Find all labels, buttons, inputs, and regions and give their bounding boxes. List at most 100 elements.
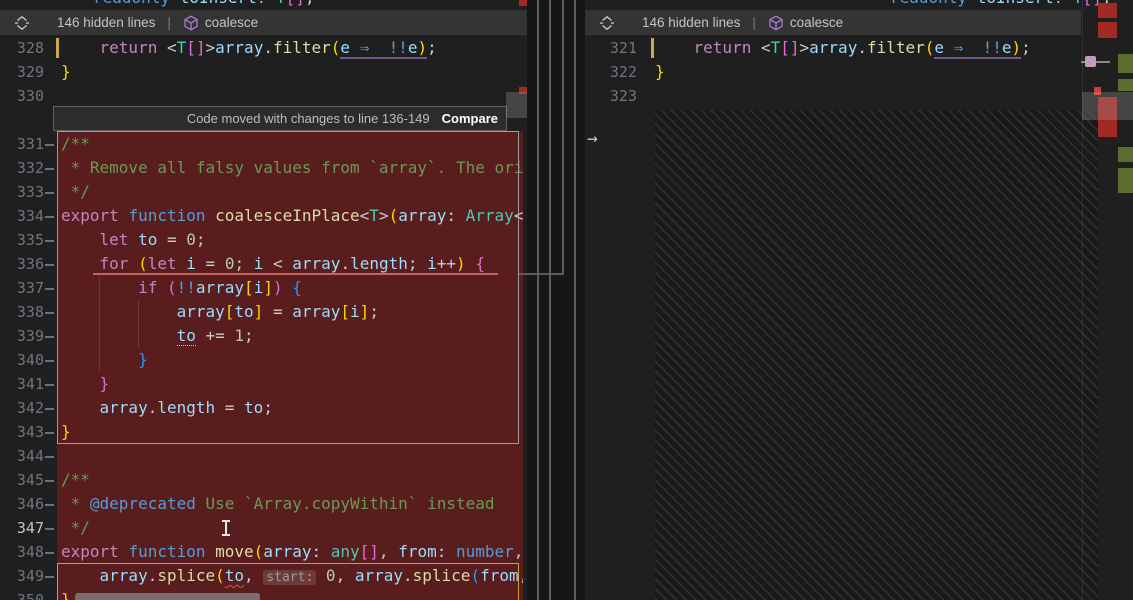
code-line-333: 333– */: [0, 180, 527, 204]
vscode-diff-editor: readonly toInsert? T[]; 146 hidden lines…: [0, 0, 1133, 600]
code-text[interactable]: }: [61, 420, 523, 444]
deleted-line-background: [57, 444, 523, 468]
scrollbar-track-edge: [1082, 0, 1083, 600]
deleted-line-marker: –: [45, 444, 54, 468]
line-number: 342: [0, 396, 44, 420]
line-number: 336: [0, 252, 44, 276]
compare-link[interactable]: Compare: [442, 111, 498, 126]
symbol-breadcrumb-label[interactable]: coalesce: [205, 15, 258, 30]
moved-line-underline: [93, 273, 498, 275]
deleted-lines-placeholder: [655, 110, 1098, 600]
line-number: 323: [585, 84, 637, 108]
deleted-line-marker: –: [45, 156, 54, 180]
deleted-line-marker: –: [45, 180, 54, 204]
partial-top-line-right: readonly toInsert? T[];: [585, 0, 1133, 10]
moved-code-connector: [549, 0, 551, 600]
code-line-343: 343–}: [0, 420, 527, 444]
code-text[interactable]: export function move(array: any[], from:…: [61, 540, 523, 564]
code-fragment: readonly toInsert? T[];: [93, 0, 315, 10]
line-number: 331: [0, 132, 44, 156]
deleted-line-marker: –: [45, 420, 54, 444]
line-number: 340: [0, 348, 44, 372]
deleted-line-marker: –: [45, 468, 54, 492]
deleted-line-marker: –: [45, 204, 54, 228]
overview-added-mark: [1118, 79, 1133, 91]
deleted-line-marker: –: [45, 228, 54, 252]
deleted-line-marker: –: [45, 372, 54, 396]
hidden-lines-label: 146 hidden lines: [57, 15, 155, 30]
deleted-line-marker: –: [45, 588, 54, 600]
code-line-340: 340– }: [0, 348, 527, 372]
moved-code-hint-text: Code moved with changes to line 136-149: [187, 111, 430, 126]
line-number: 329: [0, 60, 44, 84]
code-text[interactable]: }: [61, 348, 523, 372]
moved-code-arrow-icon[interactable]: →: [587, 130, 598, 148]
deleted-line-marker: –: [45, 492, 54, 516]
code-line-342: 342– array.length = to;: [0, 396, 527, 420]
line-number: 321: [585, 36, 637, 60]
code-text[interactable]: }: [61, 60, 523, 84]
line-number: 322: [585, 60, 637, 84]
deleted-line-marker: –: [45, 564, 54, 588]
line-number: 343: [0, 420, 44, 444]
code-text[interactable]: /**: [61, 132, 523, 156]
line-number: 346: [0, 492, 44, 516]
moved-code-connector: [562, 0, 564, 274]
code-text[interactable]: }: [655, 60, 1125, 84]
code-line-339: 339– to += 1;: [0, 324, 527, 348]
code-text[interactable]: to += 1;: [61, 324, 523, 348]
code-text[interactable]: * @deprecated Use `Array.copyWithin` ins…: [61, 492, 523, 516]
code-text[interactable]: array[to] = array[i];: [61, 300, 523, 324]
deleted-line-marker: –: [45, 252, 54, 276]
line-number: 332: [0, 156, 44, 180]
code-text[interactable]: let to = 0;: [61, 228, 523, 252]
deleted-line-marker: –: [45, 396, 54, 420]
ruler-handle-icon[interactable]: [1085, 56, 1096, 67]
code-text[interactable]: /**: [61, 468, 523, 492]
code-text[interactable]: }: [61, 372, 523, 396]
hidden-lines-label: 146 hidden lines: [642, 15, 740, 30]
scrollbar-slider-left[interactable]: [506, 92, 527, 118]
modified-editor-pane[interactable]: readonly toInsert? T[]; 146 hidden lines…: [585, 0, 1133, 600]
code-text[interactable]: array.length = to;: [61, 396, 523, 420]
code-text[interactable]: return <T[]>array.filter(e ⇒ !!e);: [61, 36, 523, 60]
code-text[interactable]: export function coalesceInPlace<T>(array…: [61, 204, 523, 228]
overview-deleted-mark: [1098, 3, 1117, 18]
code-text[interactable]: array.splice(to, start: 0, array.splice(…: [61, 564, 523, 590]
code-line-344: 344–: [0, 444, 527, 468]
editor-sash[interactable]: [527, 0, 585, 600]
symbol-cube-icon: [768, 15, 784, 31]
unfold-icon[interactable]: [14, 15, 30, 31]
line-number: 328: [0, 36, 44, 60]
symbol-cube-icon: [183, 15, 199, 31]
code-line-346: 346– * @deprecated Use `Array.copyWithin…: [0, 492, 527, 516]
moved-code-hint: Code moved with changes to line 136-149 …: [53, 106, 507, 131]
overview-added-mark: [1118, 168, 1133, 193]
symbol-breadcrumb-label[interactable]: coalesce: [790, 15, 843, 30]
overview-deleted-mark: [1098, 22, 1117, 38]
code-text[interactable]: return <T[]>array.filter(e ⇒ !!e);: [655, 36, 1125, 60]
hidden-lines-bar-left[interactable]: 146 hidden lines | coalesce: [0, 10, 527, 35]
overview-deleted-mark: [519, 0, 527, 6]
code-text[interactable]: */: [61, 516, 523, 540]
code-line-347: 347– */: [0, 516, 527, 540]
hover-widget-edge: [75, 593, 260, 600]
hidden-lines-bar-right[interactable]: 146 hidden lines | coalesce: [585, 10, 1081, 35]
code-line-322: 322}: [585, 60, 1133, 84]
line-number: 334: [0, 204, 44, 228]
deleted-line-marker: –: [45, 324, 54, 348]
original-editor-pane[interactable]: readonly toInsert? T[]; 146 hidden lines…: [0, 0, 527, 600]
code-line-328: 328 return <T[]>array.filter(e ⇒ !!e);: [0, 36, 527, 60]
code-line-329: 329}: [0, 60, 527, 84]
code-text[interactable]: * Remove all falsy values from `array`. …: [61, 156, 523, 180]
unfold-icon[interactable]: [599, 15, 615, 31]
deleted-line-marker: –: [45, 300, 54, 324]
line-number: 349: [0, 564, 44, 588]
scrollbar-slider-right[interactable]: [1082, 92, 1133, 120]
code-text[interactable]: */: [61, 180, 523, 204]
code-line-321: 321 return <T[]>array.filter(e ⇒ !!e);: [585, 36, 1133, 60]
overview-added-mark: [1118, 147, 1133, 162]
mouse-ibeam-cursor: [221, 520, 231, 536]
indent-guide: [99, 276, 100, 372]
code-text[interactable]: if (!!array[i]) {: [61, 276, 523, 300]
